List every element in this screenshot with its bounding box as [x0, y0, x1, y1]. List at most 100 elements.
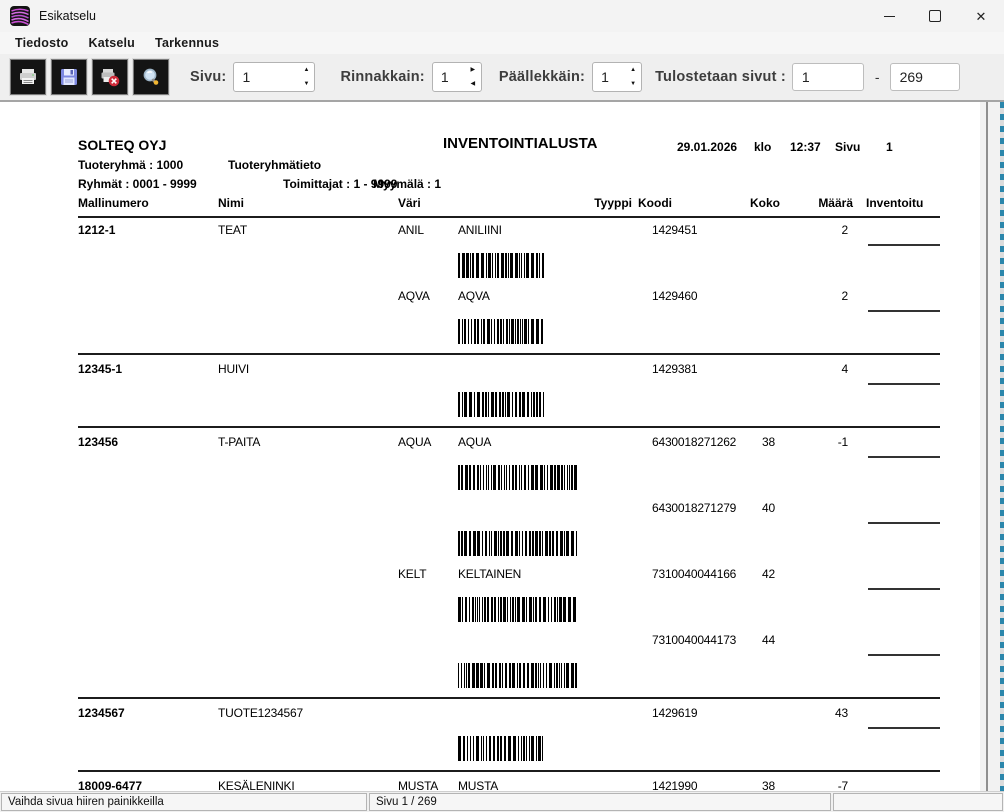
- inventoitu-underline: [868, 522, 940, 524]
- maximize-icon: [929, 10, 941, 22]
- paallekkain-value: 1: [593, 63, 625, 91]
- item-name: KESÄLENINKI: [218, 779, 295, 791]
- barcode: [458, 319, 546, 344]
- close-icon: ✕: [976, 10, 987, 23]
- minimize-button[interactable]: [866, 0, 912, 32]
- variant-koodi: 1421990: [652, 779, 697, 791]
- vertical-scrollbar[interactable]: [980, 102, 1000, 791]
- rinnakkain-spinner[interactable]: 1 ▶ ◀: [432, 62, 482, 92]
- maximize-button[interactable]: [912, 0, 958, 32]
- inventoitu-underline: [868, 654, 940, 656]
- item-name: TUOTE1234567: [218, 706, 303, 720]
- menubar: Tiedosto Katselu Tarkennus: [0, 32, 1004, 54]
- item-separator-rule: [78, 770, 940, 772]
- close-button[interactable]: ✕: [958, 0, 1004, 32]
- barcode: [458, 531, 580, 556]
- sivu-spinner[interactable]: 1 ▲ ▼: [233, 62, 315, 92]
- range-dash: -: [875, 69, 880, 85]
- variant-koodi: 1429381: [652, 362, 697, 376]
- inventoitu-underline: [868, 727, 940, 729]
- inventoitu-underline: [868, 310, 940, 312]
- inventoitu-underline: [868, 588, 940, 590]
- sivu-spinner-arrows: ▲ ▼: [298, 63, 314, 91]
- paallekkain-spinner[interactable]: 1 ▲ ▼: [592, 62, 642, 92]
- report-page-number: 1: [886, 140, 893, 154]
- window-controls: ✕: [866, 0, 1004, 32]
- report-filter-myymala: Myymälä : 1: [373, 177, 441, 191]
- report-page: SOLTEQ OYJ INVENTOINTIALUSTA 29.01.2026 …: [78, 102, 940, 791]
- variant-vari: AQVA: [398, 289, 430, 303]
- item-model: 1212-1: [78, 223, 115, 237]
- barcode: [458, 465, 580, 490]
- inventoitu-underline: [868, 244, 940, 246]
- item-model: 123456: [78, 435, 118, 449]
- variant-vari-nimi: MUSTA: [458, 779, 498, 791]
- item-separator-rule: [78, 426, 940, 428]
- report-company: SOLTEQ OYJ: [78, 138, 166, 152]
- report-sivu-label: Sivu: [835, 140, 860, 154]
- paallekkain-label: Päällekkäin:: [499, 69, 585, 85]
- report-title: INVENTOINTIALUSTA: [443, 137, 597, 151]
- barcode: [458, 392, 546, 417]
- sivu-value: 1: [234, 63, 298, 91]
- app-logo-icon: [10, 6, 30, 26]
- range-to-field[interactable]: 269: [890, 63, 960, 91]
- variant-vari: KELT: [398, 567, 426, 581]
- status-empty-panel: [833, 793, 1003, 811]
- spin-left-icon[interactable]: ◀: [467, 81, 479, 87]
- barcode: [458, 736, 546, 761]
- variant-maara: 2: [768, 223, 848, 237]
- item-separator-rule: [78, 353, 940, 355]
- printer-cancel-icon: [99, 66, 121, 88]
- spin-up-icon[interactable]: ▲: [300, 67, 312, 73]
- rinnakkain-label: Rinnakkain:: [340, 69, 424, 85]
- menu-tiedosto[interactable]: Tiedosto: [5, 36, 78, 50]
- item-model: 18009-6477: [78, 779, 142, 791]
- status-hint: Vaihda sivua hiiren painikkeilla: [1, 793, 367, 811]
- item-name: TEAT: [218, 223, 247, 237]
- col-tyyppi: Tyyppi: [548, 196, 632, 210]
- magnifier-icon: [140, 66, 162, 88]
- barcode: [458, 663, 580, 688]
- variant-koko: 38: [718, 435, 775, 449]
- menu-katselu[interactable]: Katselu: [78, 36, 145, 50]
- variant-vari-nimi: AQUA: [458, 435, 491, 449]
- item-model: 1234567: [78, 706, 125, 720]
- spin-up-icon[interactable]: ▲: [627, 67, 639, 73]
- variant-maara: 43: [768, 706, 848, 720]
- spin-right-icon[interactable]: ▶: [467, 67, 479, 73]
- variant-koodi: 1429460: [652, 289, 697, 303]
- variant-vari-nimi: AQVA: [458, 289, 490, 303]
- cancel-print-button[interactable]: [92, 59, 128, 95]
- report-group-label: Tuoteryhmä : 1000: [78, 158, 183, 172]
- report-group-value: Tuoteryhmätieto: [228, 158, 321, 172]
- print-button[interactable]: [10, 59, 46, 95]
- item-separator-rule: [78, 697, 940, 699]
- preview-page-area[interactable]: SOLTEQ OYJ INVENTOINTIALUSTA 29.01.2026 …: [0, 100, 1004, 791]
- variant-koko: 40: [718, 501, 775, 515]
- zoom-button[interactable]: [133, 59, 169, 95]
- minimize-icon: [884, 16, 895, 17]
- col-koodi: Koodi: [638, 196, 672, 210]
- header-rule: [78, 216, 940, 218]
- variant-vari: MUSTA: [398, 779, 438, 791]
- status-page-indicator: Sivu 1 / 269: [369, 793, 831, 811]
- range-from-field[interactable]: 1: [792, 63, 864, 91]
- spin-down-icon[interactable]: ▼: [300, 81, 312, 87]
- printer-icon: [17, 66, 39, 88]
- menu-tarkennus[interactable]: Tarkennus: [145, 36, 229, 50]
- variant-koodi: 1429451: [652, 223, 697, 237]
- sivu-label: Sivu:: [190, 69, 226, 85]
- toolbar: Sivu: 1 ▲ ▼ Rinnakkain: 1 ▶ ◀ Päällekkäi…: [0, 54, 1004, 100]
- variant-vari-nimi: KELTAINEN: [458, 567, 521, 581]
- variant-koodi: 1429619: [652, 706, 697, 720]
- variant-koko: 44: [718, 633, 775, 647]
- col-maara: Määrä: [783, 196, 853, 210]
- report-date: 29.01.2026: [677, 140, 737, 154]
- col-mallinumero: Mallinumero: [78, 196, 149, 210]
- col-inventoitu: Inventoitu: [866, 196, 923, 210]
- window-title: Esikatselu: [39, 9, 96, 23]
- save-button[interactable]: [51, 59, 87, 95]
- spin-down-icon[interactable]: ▼: [627, 81, 639, 87]
- variant-vari-nimi: ANILIINI: [458, 223, 502, 237]
